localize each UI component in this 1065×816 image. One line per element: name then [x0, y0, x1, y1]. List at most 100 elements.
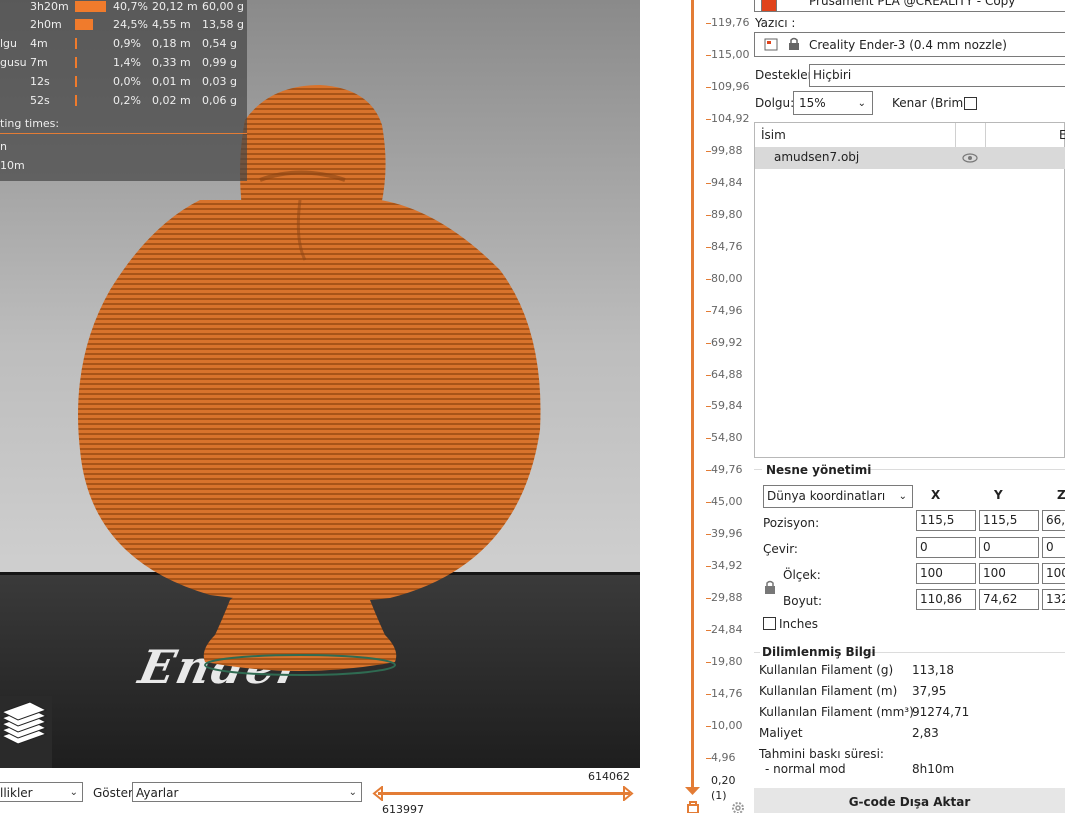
size-z-field[interactable]: 132 [1042, 589, 1065, 610]
horizontal-slider-upper-value: 614062 [588, 770, 630, 783]
legend-time: 7m [30, 56, 48, 69]
slider-right-arrow-icon[interactable] [622, 786, 634, 801]
infill-value: 15% [799, 96, 826, 110]
normal-mode-value: 8h10m [912, 762, 955, 776]
layer-height-label: 45,00 [711, 495, 743, 509]
column-extruder-header[interactable]: E [1059, 128, 1065, 142]
position-z-field[interactable]: 66,2 [1042, 510, 1065, 531]
legend-times-header: ting times: [0, 114, 247, 133]
legend-bar [75, 1, 106, 12]
legend-percent: 40,7% [113, 0, 148, 13]
bottom-toolbar: llikler ⌄ Göster Ayarlar ⌄ 614062 613997 [0, 768, 640, 816]
legend-bar [75, 38, 77, 49]
layer-height-label: 64,88 [711, 367, 743, 381]
coordinate-system-value: Dünya koordinatları [767, 489, 886, 503]
infill-combo[interactable]: 15% ⌄ [793, 91, 873, 115]
filament-combo[interactable]: Prusament PLA @CREALITY - Copy [754, 0, 1065, 12]
horizontal-slider-lower-value: 613997 [382, 803, 424, 816]
column-name-header[interactable]: İsim [761, 128, 786, 142]
size-y-field[interactable]: 74,62 [979, 589, 1039, 610]
lock-icon[interactable] [686, 800, 700, 813]
layer-height-label: 14,76 [711, 687, 743, 701]
layer-height-label: 39,96 [711, 527, 743, 541]
layer-height-label: 109,96 [711, 79, 750, 93]
legend-time: 2h0m [30, 18, 62, 31]
column-divider [985, 123, 986, 147]
export-gcode-button[interactable]: G-code Dışa Aktar [754, 788, 1065, 813]
rotate-x-field[interactable]: 0 [916, 537, 976, 558]
legend-times-title: ting times: [0, 117, 60, 130]
view-type-value: llikler [0, 786, 33, 800]
coordinate-system-combo[interactable]: Dünya koordinatları ⌄ [763, 485, 913, 508]
legend-weight: 60,00 g [202, 0, 244, 13]
scale-x-field[interactable]: 100 [916, 563, 976, 584]
stat-label: Maliyet [759, 726, 803, 740]
size-label: Boyut: [783, 594, 823, 608]
layer-height-label: 119,76 [711, 16, 750, 29]
legend-feature: gusu [0, 56, 27, 69]
legend-time: 3h20m [30, 0, 69, 13]
legend-feature: lgu [0, 37, 18, 50]
object-list-header: İsim E [755, 123, 1065, 148]
section-line [754, 652, 760, 653]
size-x-field[interactable]: 110,86 [916, 589, 976, 610]
layer-height-label: 74,96 [711, 303, 743, 317]
eye-icon[interactable] [962, 153, 978, 163]
legend-bar [75, 95, 77, 106]
view-type-combo[interactable]: llikler ⌄ [0, 782, 83, 802]
legend-percent: 0,0% [113, 75, 141, 88]
layer-slider-track[interactable] [691, 0, 694, 790]
supports-combo[interactable]: Hiçbiri [809, 64, 1065, 87]
position-x-field[interactable]: 115,5 [916, 510, 976, 531]
3d-viewport[interactable]: Ender 3h20m 40,7% 20,12 m 60,00 g 2h0m 2… [0, 0, 640, 768]
legend-percent: 0,2% [113, 94, 141, 107]
position-label: Pozisyon: [763, 516, 820, 530]
show-options-combo[interactable]: Ayarlar ⌄ [132, 782, 362, 802]
gear-icon[interactable] [730, 800, 746, 813]
printer-settings-icon[interactable] [764, 38, 778, 51]
layers-icon[interactable] [0, 696, 52, 768]
legend-row: lgu 4m 0,9% 0,18 m 0,54 g [0, 34, 247, 53]
legend-length: 0,18 m [152, 37, 191, 50]
legend-time: 12s [30, 75, 50, 88]
scale-z-field[interactable]: 100 [1042, 563, 1065, 584]
object-manipulation-title: Nesne yönetimi [766, 463, 872, 477]
horizontal-slider-track[interactable] [378, 792, 630, 795]
slider-down-arrow-icon[interactable] [684, 785, 701, 797]
rotate-z-field[interactable]: 0 [1042, 537, 1065, 558]
legend-row: 52s 0,2% 0,02 m 0,06 g [0, 91, 247, 110]
layer-slider-bottom-value: 0,20 [711, 774, 736, 787]
layer-height-label: 104,92 [711, 111, 750, 125]
rotate-y-field[interactable]: 0 [979, 537, 1039, 558]
slider-left-arrow-icon[interactable] [372, 786, 384, 801]
scale-y-field[interactable]: 100 [979, 563, 1039, 584]
position-y-field[interactable]: 115,5 [979, 510, 1039, 531]
object-name: amudsen7.obj [774, 150, 860, 164]
object-list: İsim E amudsen7.obj [754, 122, 1065, 458]
legend-length: 0,01 m [152, 75, 191, 88]
stat-value: 2,83 [912, 726, 939, 740]
brim-checkbox[interactable] [964, 97, 977, 110]
show-options-value: Ayarlar [136, 786, 179, 800]
legend-time: 4m [30, 37, 48, 50]
legend-bar [75, 76, 77, 87]
chevron-down-icon: ⌄ [898, 491, 907, 502]
stat-label: Kullanılan Filament (g) [759, 663, 894, 677]
lock-icon[interactable] [764, 580, 776, 595]
filament-color-swatch [761, 0, 777, 12]
layer-height-label: 99,88 [711, 143, 743, 157]
object-row[interactable]: amudsen7.obj [755, 147, 1065, 169]
filament-value: Prusament PLA @CREALITY - Copy [809, 0, 1016, 8]
printer-combo[interactable]: Creality Ender-3 (0.4 mm nozzle) [754, 32, 1065, 57]
layer-height-label: 54,80 [711, 431, 743, 445]
legend-bar [75, 57, 77, 68]
layer-height-label: 89,80 [711, 207, 743, 221]
gcode-legend: 3h20m 40,7% 20,12 m 60,00 g 2h0m 24,5% 4… [0, 0, 247, 181]
inches-checkbox[interactable] [763, 617, 776, 630]
layer-height-label: 34,92 [711, 559, 743, 573]
legend-weight: 0,06 g [202, 94, 237, 107]
lock-icon [789, 37, 799, 50]
show-label: Göster [93, 786, 133, 800]
layer-height-label: 59,84 [711, 399, 743, 413]
legend-percent: 0,9% [113, 37, 141, 50]
